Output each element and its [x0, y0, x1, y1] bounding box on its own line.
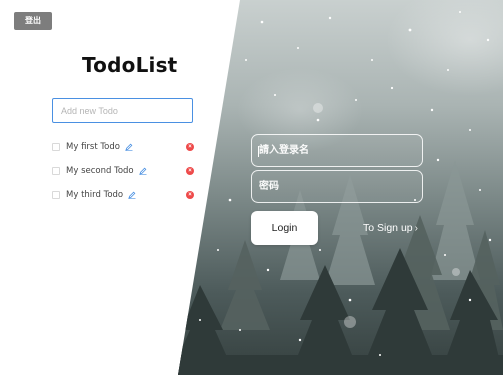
- username-field[interactable]: [251, 134, 423, 167]
- list-item: My third Todo ×: [52, 183, 197, 207]
- pencil-icon[interactable]: [125, 143, 133, 151]
- todo-list: My first Todo × My second Todo × My thir…: [52, 135, 197, 207]
- todo-text: My second Todo: [66, 166, 134, 176]
- todo-checkbox[interactable]: [52, 191, 60, 199]
- logout-button[interactable]: 登出: [14, 12, 52, 30]
- pencil-icon[interactable]: [139, 167, 147, 175]
- close-circle-icon[interactable]: ×: [186, 143, 194, 151]
- todo-text: My third Todo: [66, 190, 124, 200]
- list-item: My second Todo ×: [52, 159, 197, 183]
- todo-checkbox[interactable]: [52, 167, 60, 175]
- text-caret: [258, 146, 259, 157]
- login-button[interactable]: Login: [251, 211, 318, 245]
- close-circle-icon[interactable]: ×: [186, 167, 194, 175]
- todo-text: My first Todo: [66, 142, 120, 152]
- chevron-right-icon: ›: [414, 223, 418, 234]
- pencil-icon[interactable]: [128, 191, 136, 199]
- signup-label: To Sign up: [363, 222, 413, 234]
- close-circle-icon[interactable]: ×: [186, 191, 194, 199]
- page-title: TodoList: [82, 53, 178, 77]
- todo-checkbox[interactable]: [52, 143, 60, 151]
- password-field[interactable]: [251, 170, 423, 203]
- list-item: My first Todo ×: [52, 135, 197, 159]
- signup-link[interactable]: To Sign up ›: [363, 222, 418, 234]
- new-todo-input[interactable]: [52, 98, 193, 123]
